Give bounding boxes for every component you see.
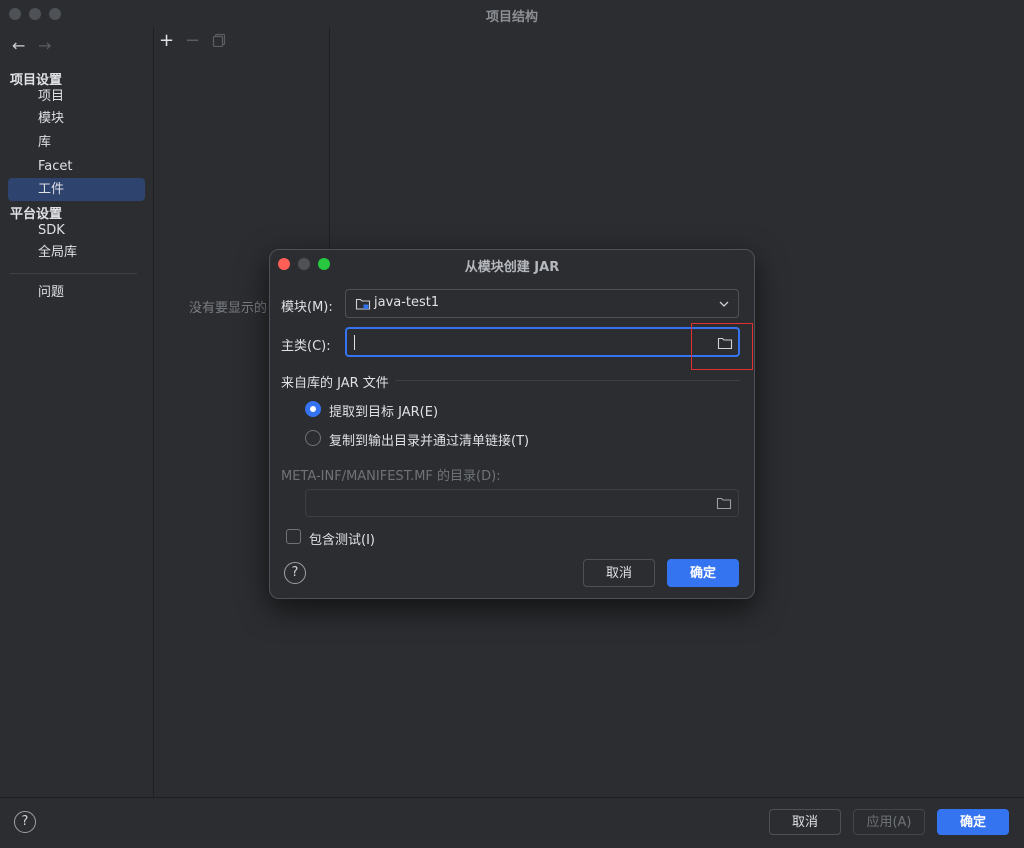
manifest-folder-icon[interactable] [716, 496, 732, 510]
radio-copy-link[interactable] [305, 430, 321, 446]
sidebar-divider [10, 273, 137, 274]
dialog-title: 从模块创建 JAR [464, 260, 560, 275]
forward-arrow-icon[interactable]: → [38, 36, 51, 55]
sidebar-item-sdk[interactable]: SDK [8, 219, 145, 242]
sidebar-panel-divider [153, 28, 154, 798]
manifest-dir-input[interactable] [305, 489, 739, 517]
radio-copy-link-label[interactable]: 复制到输出目录并通过清单链接(T) [329, 430, 529, 449]
sidebar-item-modules[interactable]: 模块 [8, 107, 145, 130]
jar-files-section-title: 来自库的 JAR 文件 [281, 376, 389, 391]
include-tests-label[interactable]: 包含测试(I) [309, 529, 375, 548]
add-icon[interactable]: + [159, 30, 174, 51]
radio-extract-label[interactable]: 提取到目标 JAR(E) [329, 401, 438, 420]
sidebar-item-libraries[interactable]: 库 [8, 131, 145, 154]
radio-extract[interactable] [305, 401, 321, 417]
empty-state-message: 没有要显示的 [189, 301, 268, 316]
section-divider [395, 380, 740, 381]
copy-icon[interactable] [212, 33, 226, 47]
apply-button[interactable]: 应用(A) [853, 809, 925, 835]
sidebar-item-artifacts[interactable]: 工件 [8, 178, 145, 201]
window-title: 项目结构 [485, 10, 538, 25]
include-tests-checkbox[interactable] [286, 529, 301, 544]
back-arrow-icon[interactable]: ← [12, 36, 25, 55]
sidebar-item-problems[interactable]: 问题 [8, 281, 145, 304]
text-cursor [354, 335, 355, 350]
footer-divider [0, 797, 1024, 798]
module-label: 模块(M): [281, 300, 333, 315]
dialog-cancel-button[interactable]: 取消 [583, 559, 655, 587]
dialog-ok-button[interactable]: 确定 [667, 559, 739, 587]
dialog-help-icon[interactable]: ? [284, 562, 306, 584]
sidebar-item-global-libraries[interactable]: 全局库 [8, 241, 145, 264]
chevron-down-icon [719, 301, 729, 307]
highlight-box [691, 323, 753, 370]
module-select[interactable]: java-test1 [345, 289, 739, 318]
main-class-label: 主类(C): [281, 339, 331, 354]
ok-button[interactable]: 确定 [937, 809, 1009, 835]
module-value: java-test1 [374, 295, 440, 310]
manifest-dir-label: META-INF/MANIFEST.MF 的目录(D): [281, 469, 501, 484]
create-jar-dialog: 从模块创建 JAR 模块(M): java-test1 主类(C): 来自库的 … [269, 249, 755, 599]
module-folder-icon [355, 298, 371, 310]
main-class-input[interactable] [345, 327, 740, 357]
remove-icon[interactable]: − [185, 30, 200, 51]
help-icon[interactable]: ? [14, 811, 36, 833]
sidebar-item-facet[interactable]: Facet [8, 155, 145, 178]
sidebar-item-project[interactable]: 项目 [8, 85, 145, 108]
cancel-button[interactable]: 取消 [769, 809, 841, 835]
